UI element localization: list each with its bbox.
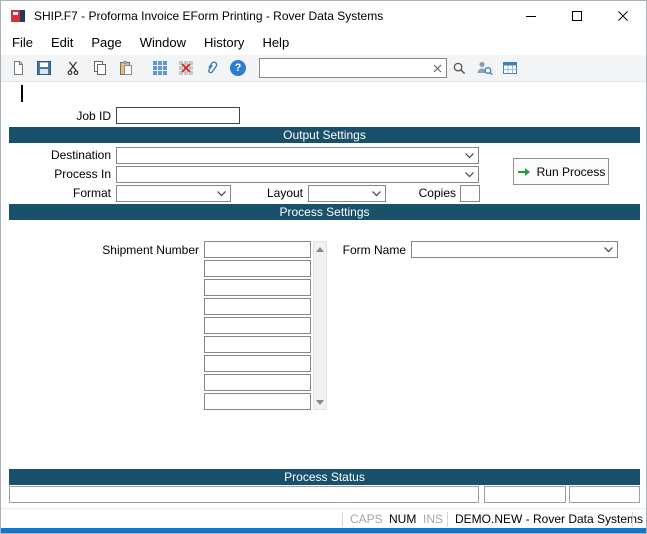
paste-icon [118,60,134,76]
shipment-number-input[interactable] [204,279,311,296]
copy-button[interactable] [89,57,111,79]
toolbar-search-input[interactable] [260,59,446,77]
paste-button[interactable] [115,57,137,79]
statusbar-separator [342,512,343,527]
menu-item-window[interactable]: Window [131,31,195,55]
section-header-process-status: Process Status [9,469,640,485]
menu-item-edit[interactable]: Edit [42,31,82,55]
job-id-input[interactable] [116,107,240,124]
chevron-down-icon [465,153,474,159]
text-caret [21,85,23,102]
grid-delete-button[interactable] [175,57,197,79]
caps-indicator: CAPS [350,509,383,530]
status-field-2 [484,486,566,503]
run-process-label: Run Process [537,165,606,179]
statusbar-separator [447,512,448,527]
format-label: Format [1,185,111,202]
form-name-label: Form Name [281,242,406,259]
window-title: SHIP.F7 - Proforma Invoice EForm Printin… [34,1,383,31]
menu-item-history[interactable]: History [195,31,253,55]
shipment-number-input[interactable] [204,298,311,315]
menu-item-help[interactable]: Help [253,31,298,55]
chevron-down-icon [217,191,226,197]
status-field-3 [569,486,640,503]
table-button[interactable] [499,57,521,79]
job-id-label: Job ID [1,108,111,125]
num-indicator: NUM [389,509,416,530]
new-button[interactable] [7,57,29,79]
scroll-down-button[interactable] [314,396,326,408]
run-process-button[interactable]: Run Process [513,158,609,185]
format-select[interactable] [116,185,231,202]
process-in-label: Process In [1,166,111,183]
shipment-number-input[interactable] [204,374,311,391]
shipment-number-input[interactable] [204,317,311,334]
menu-bar: File Edit Page Window History Help [1,31,646,55]
shipment-number-label: Shipment Number [1,242,199,259]
shipment-number-input[interactable] [204,260,311,277]
copies-label: Copies [386,185,456,202]
help-button[interactable]: ? [227,57,249,79]
paperclip-icon [204,60,220,76]
new-document-icon [10,60,26,76]
chevron-down-icon [465,172,474,178]
copy-icon [92,60,108,76]
help-icon: ? [230,60,246,76]
minimize-button[interactable] [508,1,554,31]
statusbar-separator [632,512,633,527]
maximize-button[interactable] [554,1,600,31]
process-in-select[interactable] [116,166,479,183]
minimize-icon [526,11,536,21]
status-bar: CAPS NUM INS DEMO.NEW - Rover Data Syste… [1,508,646,530]
close-button[interactable] [600,1,646,31]
environment-label: DEMO.NEW - Rover Data Systems [455,509,643,530]
copies-input[interactable] [460,185,480,202]
search-button[interactable] [449,58,469,78]
grid-icon [152,60,168,76]
toolbar-search [259,58,447,78]
search-icon [452,61,467,76]
grid-delete-icon [178,60,194,76]
layout-label: Layout [231,185,303,202]
clear-search-icon[interactable] [433,64,442,73]
person-search-button[interactable] [473,57,495,79]
grid-button[interactable] [149,57,171,79]
destination-select[interactable] [116,147,479,164]
shipment-number-input[interactable] [204,355,311,372]
shipment-number-input[interactable] [204,393,311,410]
menu-item-page[interactable]: Page [82,31,130,55]
title-bar: SHIP.F7 - Proforma Invoice EForm Printin… [1,1,646,31]
shipment-scrollbar[interactable] [313,241,327,410]
shipment-number-list [204,241,311,412]
app-window: SHIP.F7 - Proforma Invoice EForm Printin… [0,0,647,534]
ins-indicator: INS [423,509,443,530]
app-icon [10,8,26,24]
person-search-icon [476,60,493,76]
maximize-icon [572,11,582,21]
toolbar: ? [1,55,646,82]
window-controls [508,1,646,31]
save-button[interactable] [33,57,55,79]
shipment-number-input[interactable] [204,336,311,353]
layout-select[interactable] [308,185,386,202]
status-field-1 [9,486,479,503]
form-name-select[interactable] [411,241,618,258]
cut-button[interactable] [63,57,85,79]
scroll-down-icon [316,400,324,405]
run-arrow-icon [517,166,531,178]
menu-item-file[interactable]: File [3,31,42,55]
attach-button[interactable] [201,57,223,79]
save-icon [36,60,52,76]
scissors-icon [66,60,82,76]
chevron-down-icon [604,247,613,253]
close-icon [618,11,628,21]
destination-label: Destination [1,147,111,164]
chevron-down-icon [372,191,381,197]
section-header-process-settings: Process Settings [9,204,640,220]
bottom-accent-bar [1,528,646,533]
section-header-output-settings: Output Settings [9,127,640,143]
table-icon [502,60,518,76]
